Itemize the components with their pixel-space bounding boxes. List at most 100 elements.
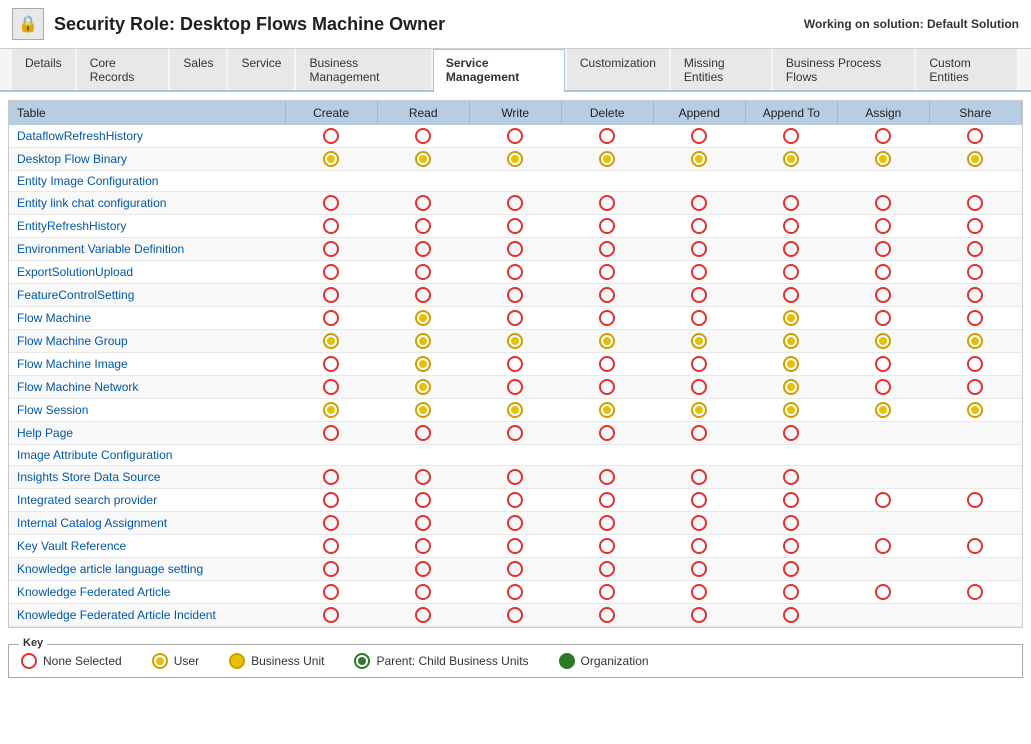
permission-none-icon[interactable] [599, 469, 615, 485]
permission-user-icon[interactable] [875, 151, 891, 167]
permission-none-icon[interactable] [415, 425, 431, 441]
permission-none-icon[interactable] [415, 561, 431, 577]
permission-none-icon[interactable] [323, 515, 339, 531]
tab-core-records[interactable]: Core Records [77, 49, 169, 90]
table-container[interactable]: TableCreateReadWriteDeleteAppendAppend T… [8, 100, 1023, 628]
permission-none-icon[interactable] [415, 128, 431, 144]
permission-none-icon[interactable] [783, 584, 799, 600]
entity-name[interactable]: DataflowRefreshHistory [9, 125, 285, 148]
permission-none-icon[interactable] [507, 492, 523, 508]
permission-user-icon[interactable] [691, 402, 707, 418]
permission-user-icon[interactable] [507, 151, 523, 167]
permission-user-icon[interactable] [323, 333, 339, 349]
permission-none-icon[interactable] [415, 515, 431, 531]
permission-none-icon[interactable] [783, 492, 799, 508]
permission-none-icon[interactable] [415, 469, 431, 485]
permission-none-icon[interactable] [415, 195, 431, 211]
permission-none-icon[interactable] [599, 425, 615, 441]
permission-none-icon[interactable] [967, 264, 983, 280]
permission-user-icon[interactable] [875, 333, 891, 349]
permission-none-icon[interactable] [415, 241, 431, 257]
permission-none-icon[interactable] [323, 492, 339, 508]
entity-name[interactable]: Desktop Flow Binary [9, 148, 285, 171]
entity-name[interactable]: Flow Session [9, 399, 285, 422]
permission-none-icon[interactable] [691, 195, 707, 211]
permission-none-icon[interactable] [415, 264, 431, 280]
permission-none-icon[interactable] [599, 515, 615, 531]
permission-user-icon[interactable] [415, 151, 431, 167]
entity-name[interactable]: Entity Image Configuration [9, 171, 285, 192]
permission-user-icon[interactable] [783, 333, 799, 349]
permission-none-icon[interactable] [691, 515, 707, 531]
permission-user-icon[interactable] [967, 402, 983, 418]
permission-user-icon[interactable] [691, 333, 707, 349]
permission-none-icon[interactable] [691, 607, 707, 623]
permission-none-icon[interactable] [967, 379, 983, 395]
entity-name[interactable]: Environment Variable Definition [9, 238, 285, 261]
tab-missing-entities[interactable]: Missing Entities [671, 49, 771, 90]
permission-bu-icon[interactable] [229, 653, 245, 669]
permission-none-icon[interactable] [783, 469, 799, 485]
permission-none-icon[interactable] [507, 241, 523, 257]
tab-details[interactable]: Details [12, 49, 75, 90]
tab-service-management[interactable]: Service Management [433, 49, 565, 92]
permission-none-icon[interactable] [323, 356, 339, 372]
entity-name[interactable]: Knowledge Management Setting [9, 627, 285, 629]
permission-user-icon[interactable] [507, 333, 523, 349]
permission-none-icon[interactable] [323, 584, 339, 600]
permission-user-icon[interactable] [783, 379, 799, 395]
permission-none-icon[interactable] [783, 128, 799, 144]
permission-user-icon[interactable] [783, 356, 799, 372]
permission-none-icon[interactable] [599, 310, 615, 326]
permission-none-icon[interactable] [783, 515, 799, 531]
permission-none-icon[interactable] [691, 264, 707, 280]
permission-none-icon[interactable] [599, 128, 615, 144]
entity-name[interactable]: Flow Machine Image [9, 353, 285, 376]
permission-none-icon[interactable] [967, 584, 983, 600]
entity-name[interactable]: Flow Machine [9, 307, 285, 330]
permission-none-icon[interactable] [507, 264, 523, 280]
permission-none-icon[interactable] [691, 128, 707, 144]
permission-none-icon[interactable] [691, 218, 707, 234]
permission-none-icon[interactable] [323, 310, 339, 326]
entity-name[interactable]: FeatureControlSetting [9, 284, 285, 307]
permission-none-icon[interactable] [507, 607, 523, 623]
permission-none-icon[interactable] [691, 379, 707, 395]
permission-none-icon[interactable] [967, 241, 983, 257]
permission-none-icon[interactable] [415, 538, 431, 554]
tab-custom-entities[interactable]: Custom Entities [916, 49, 1017, 90]
permission-none-icon[interactable] [875, 310, 891, 326]
permission-none-icon[interactable] [323, 561, 339, 577]
permission-none-icon[interactable] [875, 241, 891, 257]
tab-sales[interactable]: Sales [170, 49, 226, 90]
permission-none-icon[interactable] [783, 607, 799, 623]
permission-user-icon[interactable] [967, 333, 983, 349]
permission-user-icon[interactable] [599, 151, 615, 167]
permission-none-icon[interactable] [691, 584, 707, 600]
tab-customization[interactable]: Customization [567, 49, 669, 90]
permission-none-icon[interactable] [599, 492, 615, 508]
permission-none-icon[interactable] [691, 287, 707, 303]
permission-user-icon[interactable] [599, 333, 615, 349]
permission-none-icon[interactable] [599, 561, 615, 577]
permission-none-icon[interactable] [967, 287, 983, 303]
permission-none-icon[interactable] [967, 195, 983, 211]
permission-none-icon[interactable] [691, 425, 707, 441]
permission-none-icon[interactable] [507, 469, 523, 485]
permission-none-icon[interactable] [875, 584, 891, 600]
entity-name[interactable]: Entity link chat configuration [9, 192, 285, 215]
permission-none-icon[interactable] [691, 469, 707, 485]
permission-none-icon[interactable] [691, 538, 707, 554]
permission-none-icon[interactable] [691, 356, 707, 372]
entity-name[interactable]: Flow Machine Network [9, 376, 285, 399]
permission-user-icon[interactable] [415, 402, 431, 418]
permission-none-icon[interactable] [507, 584, 523, 600]
permission-none-icon[interactable] [415, 607, 431, 623]
permission-none-icon[interactable] [323, 538, 339, 554]
permission-none-icon[interactable] [323, 264, 339, 280]
permission-none-icon[interactable] [323, 469, 339, 485]
entity-name[interactable]: Internal Catalog Assignment [9, 512, 285, 535]
permission-none-icon[interactable] [323, 195, 339, 211]
permission-none-icon[interactable] [323, 218, 339, 234]
permission-none-icon[interactable] [875, 492, 891, 508]
